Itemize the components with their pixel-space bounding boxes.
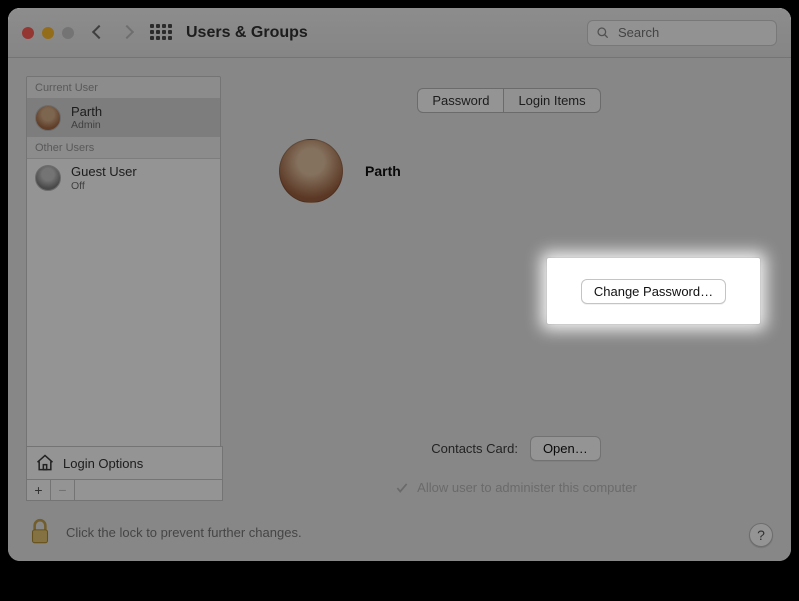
login-options-button[interactable]: Login Options [26, 446, 223, 479]
minimize-window-button[interactable] [42, 27, 54, 39]
user-name: Parth [71, 105, 102, 119]
house-icon [35, 453, 55, 473]
help-button[interactable]: ? [749, 523, 773, 547]
change-password-highlight: Change Password… [547, 258, 760, 324]
search-field[interactable] [587, 20, 777, 46]
change-password-button[interactable]: Change Password… [581, 279, 726, 304]
back-button[interactable] [94, 24, 104, 42]
add-remove-bar: + − [26, 479, 223, 501]
profile-avatar[interactable] [279, 139, 343, 203]
show-all-icon[interactable] [150, 24, 168, 42]
titlebar: Users & Groups [8, 8, 791, 58]
search-icon [596, 26, 610, 40]
user-name: Guest User [71, 165, 137, 179]
preferences-window: Users & Groups Current User Parth Admin … [8, 8, 791, 561]
tab-login-items[interactable]: Login Items [504, 88, 600, 113]
user-role: Off [71, 180, 137, 192]
contacts-card-label: Contacts Card: [431, 441, 518, 456]
other-users-header: Other Users [27, 137, 220, 159]
admin-checkbox-row: Allow user to administer this computer [241, 480, 791, 495]
current-user-header: Current User [27, 77, 220, 99]
tabs: Password Login Items [251, 88, 767, 113]
admin-checkbox-label: Allow user to administer this computer [417, 480, 637, 495]
open-contacts-button[interactable]: Open… [530, 436, 601, 461]
search-input[interactable] [616, 24, 768, 41]
footer: Click the lock to prevent further change… [26, 517, 773, 547]
footer-text: Click the lock to prevent further change… [66, 525, 302, 540]
remove-user-button: − [51, 480, 75, 500]
user-role: Admin [71, 119, 102, 131]
main-panel: Password Login Items Parth Change Passwo… [241, 58, 791, 561]
user-row-guest[interactable]: Guest User Off [27, 159, 220, 197]
zoom-window-button [62, 27, 74, 39]
tab-password[interactable]: Password [417, 88, 504, 113]
user-row-current[interactable]: Parth Admin [27, 99, 220, 137]
checkmark-icon [395, 481, 409, 495]
avatar-icon [35, 165, 61, 191]
profile-row: Parth [251, 139, 767, 203]
contacts-card-row: Contacts Card: Open… [241, 436, 791, 461]
nav-buttons [94, 24, 132, 42]
add-user-button[interactable]: + [27, 480, 51, 500]
close-window-button[interactable] [22, 27, 34, 39]
lock-icon[interactable] [26, 517, 54, 547]
forward-button [122, 24, 132, 42]
sidebar: Current User Parth Admin Other Users Gue… [8, 58, 241, 561]
login-options-label: Login Options [63, 456, 143, 471]
profile-name: Parth [365, 163, 401, 179]
window-title: Users & Groups [186, 24, 308, 42]
avatar-icon [35, 105, 61, 131]
window-controls [22, 27, 74, 39]
